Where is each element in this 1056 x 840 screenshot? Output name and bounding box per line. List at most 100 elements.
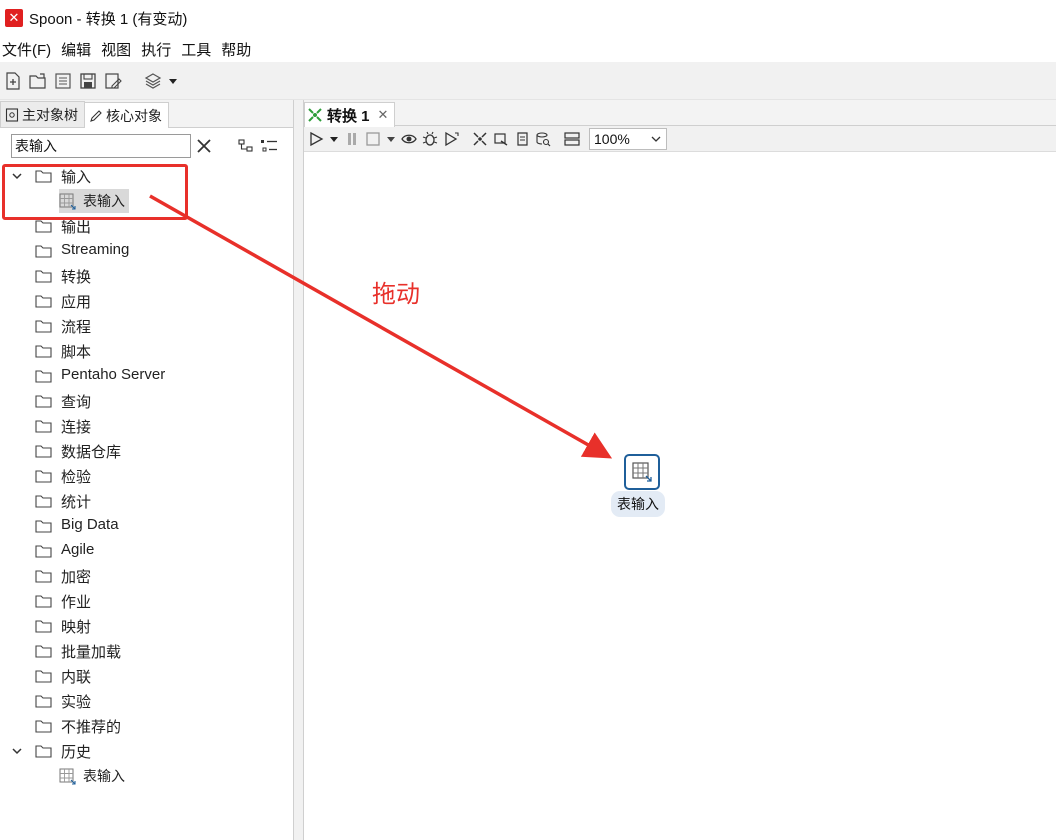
preview-button[interactable] bbox=[401, 129, 417, 149]
tree-folder-label: Big Data bbox=[61, 516, 119, 533]
menu-edit[interactable]: 编辑 bbox=[58, 39, 98, 60]
title-bar: ✕ Spoon - 转换 1 (有变动) bbox=[0, 0, 1056, 36]
tree-folder[interactable]: 连接 bbox=[0, 414, 290, 438]
tree-folder[interactable]: 作业 bbox=[0, 589, 290, 613]
show-results-button[interactable] bbox=[564, 129, 580, 149]
search-input[interactable] bbox=[11, 134, 191, 158]
new-file-button[interactable] bbox=[2, 70, 24, 92]
tree-folder[interactable]: 查询 bbox=[0, 389, 290, 413]
sql-button[interactable] bbox=[514, 129, 530, 149]
menu-help[interactable]: 帮助 bbox=[218, 39, 258, 60]
tree-folder-label: 作业 bbox=[61, 594, 92, 611]
close-tab-icon[interactable]: ✕ bbox=[378, 107, 389, 123]
collapse-all-button[interactable] bbox=[260, 138, 278, 154]
save-icon bbox=[80, 72, 96, 89]
tree-item-table-input[interactable]: 表输入 bbox=[59, 764, 125, 788]
repository-icon bbox=[55, 72, 71, 89]
tree-folder[interactable]: 加密 bbox=[0, 564, 290, 588]
tree-folder[interactable]: Pentaho Server bbox=[0, 364, 290, 388]
save-button[interactable] bbox=[77, 70, 99, 92]
tree-folder[interactable]: 映射 bbox=[0, 614, 290, 638]
tree-folder[interactable]: Big Data bbox=[0, 514, 290, 538]
chevron-down-icon[interactable] bbox=[11, 745, 23, 757]
tree-folder[interactable]: 输入 bbox=[0, 164, 290, 188]
tree-folder[interactable]: Agile bbox=[0, 539, 290, 563]
explore-db-button[interactable] bbox=[535, 129, 551, 149]
window-title: Spoon - 转换 1 (有变动) bbox=[29, 10, 188, 28]
tab-transformation[interactable]: 转换 1 ✕ bbox=[304, 102, 396, 127]
perspective-button[interactable] bbox=[141, 70, 181, 92]
folder-icon bbox=[35, 720, 52, 733]
tree-folder-label: 加密 bbox=[61, 569, 92, 586]
folder-icon bbox=[35, 695, 52, 708]
folder-icon bbox=[35, 570, 52, 583]
menu-file[interactable]: 文件(F) bbox=[0, 39, 58, 60]
tree-folder-label: 映射 bbox=[61, 619, 92, 636]
script-icon bbox=[517, 131, 528, 146]
dropdown-arrow-icon bbox=[387, 136, 395, 142]
tree-folder[interactable]: 流程 bbox=[0, 314, 290, 338]
menu-tools[interactable]: 工具 bbox=[178, 39, 218, 60]
panel-splitter[interactable] bbox=[294, 100, 304, 840]
stop-button[interactable] bbox=[365, 129, 381, 149]
tree-folder-label: Pentaho Server bbox=[61, 366, 166, 383]
tree-folder[interactable]: 检验 bbox=[0, 464, 290, 488]
folder-icon bbox=[35, 245, 52, 258]
tree-folder[interactable]: 历史 bbox=[0, 739, 290, 763]
pause-icon bbox=[348, 132, 356, 145]
explore-repository-button[interactable] bbox=[52, 70, 74, 92]
transformation-canvas[interactable]: 表输入 bbox=[304, 152, 1056, 840]
tab-main-object-tree[interactable]: 主对象树 bbox=[0, 101, 85, 127]
tree-folder[interactable]: Streaming bbox=[0, 239, 290, 263]
tree-folder[interactable]: 转换 bbox=[0, 264, 290, 288]
folder-icon bbox=[35, 170, 52, 183]
folder-icon bbox=[35, 470, 52, 483]
tree-folder[interactable]: 统计 bbox=[0, 489, 290, 513]
impact-icon bbox=[494, 132, 508, 146]
chevron-down-icon[interactable] bbox=[11, 170, 23, 182]
bug-icon bbox=[422, 131, 438, 146]
tree-folder[interactable]: 不推荐的 bbox=[0, 714, 290, 738]
folder-icon bbox=[35, 220, 52, 233]
tree-folder[interactable]: 应用 bbox=[0, 289, 290, 313]
run-options-dropdown[interactable] bbox=[329, 129, 339, 149]
tree-folder[interactable]: 数据仓库 bbox=[0, 439, 290, 463]
replay-icon bbox=[445, 131, 459, 146]
expand-all-button[interactable] bbox=[238, 138, 254, 154]
search-row bbox=[0, 128, 293, 164]
tree-folder[interactable]: 实验 bbox=[0, 689, 290, 713]
editor-tab-bar: 转换 1 ✕ bbox=[304, 100, 1056, 127]
folder-icon bbox=[35, 345, 52, 358]
tab-label: 核心对象 bbox=[106, 107, 162, 124]
expand-tree-icon bbox=[238, 139, 253, 152]
table-input-icon bbox=[59, 193, 76, 210]
folder-icon bbox=[35, 595, 52, 608]
replay-button[interactable] bbox=[443, 129, 459, 149]
tab-core-objects[interactable]: 核心对象 bbox=[84, 102, 169, 128]
database-search-icon bbox=[536, 131, 551, 146]
menu-run[interactable]: 执行 bbox=[138, 39, 178, 60]
table-input-icon bbox=[59, 768, 76, 785]
clear-search-button[interactable] bbox=[195, 137, 213, 155]
tree-item-table-input[interactable]: 表输入 bbox=[59, 189, 129, 213]
save-as-button[interactable] bbox=[102, 70, 124, 92]
stop-options-dropdown[interactable] bbox=[386, 129, 396, 149]
tree-folder[interactable]: 输出 bbox=[0, 214, 290, 238]
run-button[interactable] bbox=[308, 129, 324, 149]
menu-bar: 文件(F) 编辑 视图 执行 工具 帮助 bbox=[0, 36, 1056, 62]
menu-view[interactable]: 视图 bbox=[98, 39, 138, 60]
open-file-button[interactable] bbox=[27, 70, 49, 92]
pause-button[interactable] bbox=[344, 129, 360, 149]
tree-folder[interactable]: 批量加载 bbox=[0, 639, 290, 663]
table-input-step[interactable] bbox=[624, 454, 660, 490]
tree-item-label: 表输入 bbox=[83, 768, 125, 784]
zoom-select[interactable]: 100% bbox=[589, 127, 667, 150]
dropdown-arrow-icon bbox=[330, 136, 338, 142]
tree-folder[interactable]: 脚本 bbox=[0, 339, 290, 363]
impact-analysis-button[interactable] bbox=[493, 129, 509, 149]
debug-button[interactable] bbox=[422, 129, 438, 149]
tree-folder-label: 应用 bbox=[61, 294, 92, 311]
folder-icon bbox=[35, 295, 52, 308]
verify-button[interactable] bbox=[472, 129, 488, 149]
tree-folder[interactable]: 内联 bbox=[0, 664, 290, 688]
